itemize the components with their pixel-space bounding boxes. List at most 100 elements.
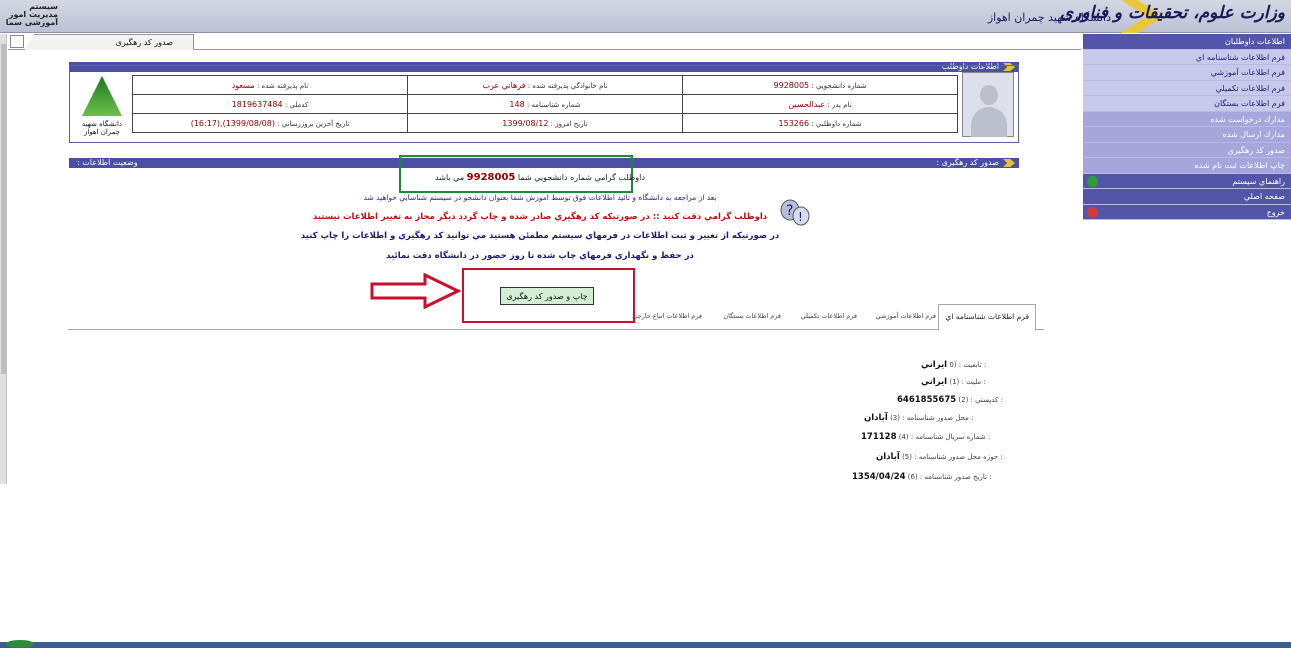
keep-forms-message: در حفظ و نگهداري فرمهاي چاپ شده تا روز ح… — [386, 251, 694, 261]
sidebar-item-label: صدور كد رهگيري — [1227, 145, 1285, 155]
info-value: 1399/08/12 — [502, 118, 549, 128]
question-icon: ? ! — [780, 199, 810, 226]
sidebar-item-label: چاپ اطلاعات ثبت نام شده — [1194, 161, 1285, 170]
sidebar-item-label: فرم اطلاعات تكميلي — [1215, 83, 1285, 93]
info-message: بعد از مراجعه به دانشگاه و تائيد اطلاعات… — [363, 193, 717, 202]
info-label: نام پدر : — [827, 100, 852, 109]
sidebar-item-10[interactable]: صفحه اصلي — [1083, 189, 1291, 205]
info-value: 148 — [509, 99, 525, 109]
form-tab-0[interactable]: فرم اطلاعات شناسنامه اي — [938, 304, 1036, 331]
field-label: (5) : حوزه محل صدور شناسنامه : — [902, 453, 1003, 461]
info-cell: تاريخ امروز : 1399/08/12 — [407, 113, 683, 133]
form-tab-2[interactable]: فرم اطلاعات تكميلي — [801, 312, 857, 320]
sidebar-item-6[interactable]: مدارك ارسال شده — [1083, 127, 1291, 143]
home-icon — [1087, 191, 1098, 202]
info-value: 9928005 — [773, 80, 810, 90]
svg-text:!: ! — [798, 210, 803, 224]
field-label: (6) : تاريخ صدور شناسنامه : — [907, 473, 992, 481]
field-label: (2) : كدپستي : — [958, 396, 1003, 404]
field-value: آبادان — [876, 452, 900, 462]
warning-message: داوطلب گرامي دقت كنيد :: در صورتيكه كد ر… — [312, 212, 768, 222]
form-field: 171128 (4) : شماره سريال شناسنامه : — [861, 432, 1161, 442]
info-cell: نام پدر : عبدالحسين — [682, 94, 958, 114]
confirm-message: در صورتيكه از تغيير و ثبت اطلاعات در فرم… — [300, 231, 780, 241]
form-field: 6461855675 (2) : كدپستي : — [897, 395, 1197, 405]
form-field: آبادان (5) : حوزه محل صدور شناسنامه : — [876, 452, 1176, 462]
avatar — [962, 72, 1014, 137]
sidebar-item-label: خروج — [1266, 207, 1285, 217]
exit-icon — [1087, 206, 1098, 218]
field-label: (3) : محل صدور شناسنامه : — [890, 414, 974, 422]
form-field: ايراني 0) : تابعيت : — [921, 360, 1221, 370]
field-value: 6461855675 — [897, 395, 957, 405]
form-field: ايراني (1) : مليت : — [921, 377, 1221, 387]
form-tab-3[interactable]: فرم اطلاعات بستگان — [723, 312, 781, 320]
info-label: تاريخ آخرين بروزرساني : — [277, 119, 350, 128]
system-title: سیستم مدیریت امور آموزشی سما — [5, 2, 58, 27]
info-value: فرهاني عرب — [482, 80, 526, 90]
info-label: نام پذيرفته شده : — [256, 81, 309, 90]
ministry-logo: وزارت علوم، تحقیقات و فناوری — [1059, 3, 1285, 23]
info-label: نام خانوادگي پذيرفته شده : — [527, 81, 608, 90]
logo-text: دانشگاه شهید چمران اهواز — [81, 120, 123, 136]
vertical-scrollbar[interactable] — [0, 34, 7, 484]
sidebar-item-label: صفحه اصلي — [1243, 192, 1285, 201]
field-value: 171128 — [861, 432, 897, 442]
info-cell: نام پذيرفته شده : مسعود — [132, 75, 408, 95]
svg-text:?: ? — [786, 203, 793, 219]
info-value: 1819637484 — [231, 99, 283, 109]
scrollbar-thumb[interactable] — [1, 44, 6, 374]
tab-close-box[interactable] — [10, 35, 24, 48]
info-cell: كدملي : 1819637484 — [132, 94, 408, 114]
university-logo: دانشگاه شهید چمران اهواز — [74, 72, 130, 138]
form-tabs: فرم اطلاعات شناسنامه اي فرم اطلاعات آموزش… — [68, 302, 1044, 331]
info-label: شماره داوطلبي : — [811, 119, 862, 128]
sidebar-item-1[interactable]: فرم اطلاعات شناسنامه اي — [1083, 49, 1291, 65]
sidebar-item-4[interactable]: فرم اطلاعات بستگان — [1083, 96, 1291, 112]
page-tab-bar: صدور کد رهگیری — [8, 34, 1081, 50]
info-value: 153266 — [778, 118, 810, 128]
tracking-panel-title: صدور کد رهگیری : — [936, 158, 999, 167]
field-value: ايراني — [921, 377, 948, 387]
sidebar-item-label: فرم اطلاعات شناسنامه اي — [1195, 52, 1285, 62]
sidebar-item-7[interactable]: صدور كد رهگيري — [1083, 143, 1291, 158]
field-label: (4) : شماره سريال شناسنامه : — [898, 433, 991, 441]
info-cell: شماره داوطلبي : 153266 — [682, 113, 958, 133]
form-tab-1[interactable]: فرم اطلاعات آموزشي — [876, 312, 936, 320]
info-label: تاريخ امروز : — [550, 119, 588, 128]
sidebar-item-label: مدارك درخواست شده — [1210, 114, 1285, 124]
field-label: (1) : مليت : — [949, 378, 986, 386]
table-row: نام پدر : عبدالحسين شماره شناسنامه : 148 ك… — [132, 94, 958, 114]
table-row: شماره دانشجويي : 9928005 نام خانوادگي پذي… — [132, 75, 958, 95]
table-row: شماره داوطلبي : 153266 تاريخ امروز : 1399… — [132, 113, 958, 133]
sidebar-item-label: مدارك ارسال شده — [1222, 130, 1285, 139]
field-label: 0) : تابعيت : — [949, 361, 987, 369]
help-icon — [1087, 175, 1098, 187]
student-number-message: داوطلب گرامي شماره دانشجويي شما 9928005 … — [435, 172, 645, 183]
sidebar-menu: اطلاعات داوطلبان فرم اطلاعات شناسنامه اي ف… — [1083, 34, 1291, 220]
windows-taskbar — [0, 640, 1291, 648]
sidebar-item-0[interactable]: اطلاعات داوطلبان — [1083, 34, 1291, 50]
info-cell: شماره شناسنامه : 148 — [407, 94, 683, 114]
info-label: شماره دانشجويي : — [811, 81, 867, 90]
tab-tracking-code[interactable]: صدور کد رهگیری — [24, 34, 194, 50]
sidebar-item-3[interactable]: فرم اطلاعات تكميلي — [1083, 80, 1291, 96]
sidebar-item-11[interactable]: خروج — [1083, 204, 1291, 220]
form-tab-4[interactable]: فرم اطلاعات اتباع خارجي — [632, 312, 702, 320]
candidate-info-panel: شماره دانشجويي : 9928005 نام خانوادگي پذي… — [69, 65, 1019, 143]
info-value: عبدالحسين — [788, 99, 826, 109]
form-field: آبادان (3) : محل صدور شناسنامه : — [864, 413, 1164, 423]
info-value: مسعود — [231, 80, 255, 90]
info-label: شماره شناسنامه : — [526, 100, 581, 109]
sidebar-item-5[interactable]: مدارك درخواست شده — [1083, 112, 1291, 127]
sidebar-item-label: راهنماي سيستم — [1232, 176, 1285, 186]
info-cell: نام خانوادگي پذيرفته شده : فرهاني عرب — [407, 75, 683, 95]
status-label: وضعيت اطلاعات : — [77, 158, 138, 167]
sidebar-item-2[interactable]: فرم اطلاعات آموزشي — [1083, 65, 1291, 81]
sidebar-item-8[interactable]: چاپ اطلاعات ثبت نام شده — [1083, 158, 1291, 174]
start-button[interactable] — [6, 640, 34, 648]
sidebar-item-9[interactable]: راهنماي سيستم — [1083, 173, 1291, 189]
info-label: كدملي : — [284, 100, 309, 109]
field-value: آبادان — [864, 413, 888, 423]
field-value: 1354/04/24 — [852, 472, 906, 482]
